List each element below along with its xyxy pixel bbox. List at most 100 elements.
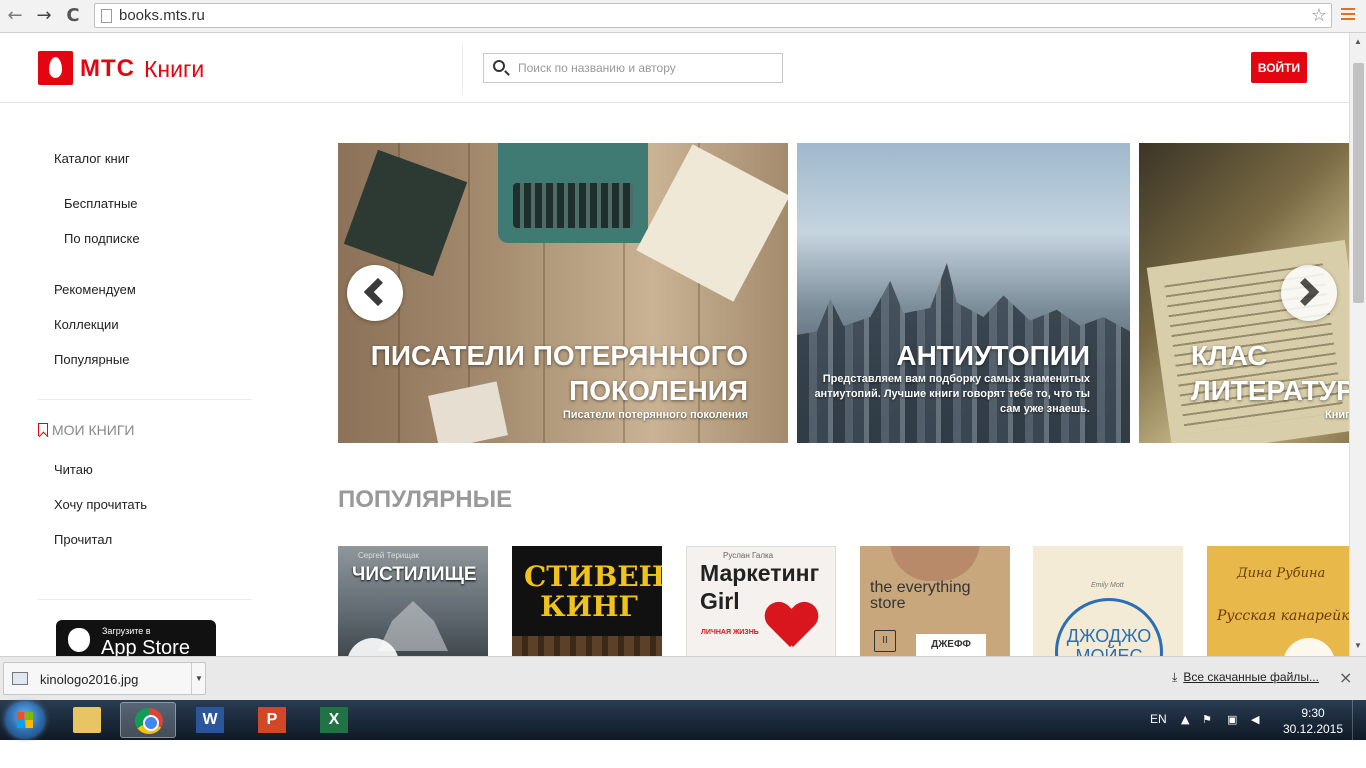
book-image (343, 149, 468, 277)
action-center-icon[interactable]: ⚑ (1202, 713, 1212, 726)
clock-date: 30.12.2015 (1282, 722, 1344, 736)
download-item[interactable]: kinologo2016.jpg ▼ (3, 662, 206, 695)
mts-logo-icon[interactable] (38, 51, 73, 85)
bookmark-icon (38, 423, 48, 436)
image-file-icon (12, 672, 28, 685)
tray-expand-icon[interactable]: ▲ (1181, 713, 1189, 726)
language-indicator[interactable]: EN (1150, 712, 1167, 726)
book-cover[interactable]: Сергей Терищак ЧИСТИЛИЩЕ (338, 546, 488, 656)
sidebar-item-reading[interactable]: Читаю (54, 462, 93, 477)
taskbar-app-explorer[interactable] (59, 702, 115, 738)
book-cover[interactable]: the everything store II ДЖЕФФ (860, 546, 1010, 656)
search-box[interactable] (483, 53, 783, 83)
show-desktop-button[interactable] (1352, 700, 1366, 740)
search-icon[interactable] (493, 60, 505, 72)
slide-subtitle: Представляем вам подборку самых знаменит… (814, 373, 1090, 415)
volume-icon[interactable]: ◀ (1251, 713, 1259, 726)
sidebar-item-free[interactable]: Бесплатные (64, 196, 138, 211)
book-title: ЧИСТИЛИЩЕ (352, 564, 477, 585)
book-title: СТИВЕН КИНГ (524, 560, 662, 623)
slider-next-button[interactable] (1281, 265, 1337, 321)
clock-time: 9:30 (1301, 706, 1325, 720)
sidebar-divider (38, 599, 252, 600)
my-books-heading: МОИ КНИГИ (38, 422, 134, 438)
slide-dystopias[interactable]: АНТИУТОПИИ Представляем вам подборку сам… (797, 143, 1130, 443)
download-icon: ⤓ (1172, 670, 1178, 684)
slide-lost-generation[interactable]: ПИСАТЕЛИ ПОТЕРЯННОГО ПОКОЛЕНИЯ Писатели … (338, 143, 788, 443)
book-cover[interactable]: Руслан Галка Маркетинг Girl ЛИЧНАЯ ЖИЗНЬ (686, 546, 836, 656)
address-bar[interactable]: books.mts.ru ☆ (94, 3, 1332, 28)
slide-title: АНТИУТОПИИ (896, 340, 1090, 371)
book-title: Русская канарейка (1217, 608, 1349, 624)
book-author: Emily Mott (1091, 582, 1124, 589)
page-scrollbar[interactable]: ▲ ▼ (1349, 33, 1366, 656)
logo-mts-text[interactable]: МТС (80, 55, 135, 83)
network-icon[interactable]: ▣ (1227, 713, 1237, 726)
slide-subtitle: Писатели потерянного поколения (562, 409, 748, 421)
chevron-down-icon[interactable]: ▼ (191, 663, 206, 694)
chevron-right-icon (1290, 277, 1320, 307)
app-store-badge[interactable]: Загрузите в App Store (56, 620, 216, 656)
book-cover[interactable]: СТИВЕН КИНГ (512, 546, 662, 656)
slider-prev-button[interactable] (347, 265, 403, 321)
book-extra: ЛИЧНАЯ ЖИЗНЬ (701, 629, 759, 636)
popular-section-title: ПОПУЛЯРНЫЕ (338, 486, 513, 513)
forward-icon[interactable]: → (33, 5, 55, 27)
reload-icon[interactable]: C (62, 5, 84, 27)
chevron-left-icon (363, 277, 393, 307)
sidebar-item-subscription[interactable]: По подписке (64, 231, 140, 246)
heart-icon (765, 603, 815, 653)
start-button[interactable] (5, 701, 45, 739)
excel-icon: X (320, 707, 348, 733)
sidebar-item-read[interactable]: Прочитал (54, 532, 112, 547)
all-downloads-link[interactable]: ⤓ Все скачанные файлы... (1172, 670, 1319, 685)
slide-subtitle: Книг (1325, 409, 1349, 421)
scrollbar-thumb[interactable] (1353, 63, 1364, 303)
appstore-small-text: Загрузите в (102, 626, 151, 636)
page-viewport: МТС Книги ВОЙТИ Каталог книг Бесплатные … (0, 33, 1349, 656)
book-author: the everything store (870, 579, 971, 612)
download-filename[interactable]: kinologo2016.jpg (40, 672, 138, 687)
book-title: ДЖЕФФ (916, 634, 986, 656)
browser-menu-icon[interactable] (1341, 8, 1355, 22)
taskbar-app-powerpoint[interactable]: P (244, 702, 300, 738)
sidebar-item-recommend[interactable]: Рекомендуем (54, 282, 136, 297)
sidebar-item-popular[interactable]: Популярные (54, 352, 129, 367)
logo-books-text[interactable]: Книги (144, 56, 204, 83)
all-downloads-label[interactable]: Все скачанные файлы... (1183, 670, 1319, 684)
windows-logo-icon (17, 712, 33, 728)
powerpoint-icon: P (258, 707, 286, 733)
taskbar-app-word[interactable]: W (182, 702, 238, 738)
browser-toolbar: ← → C books.mts.ru ☆ (0, 0, 1366, 33)
close-icon[interactable]: × (1339, 668, 1352, 687)
slide-title: ПИСАТЕЛИ ПОТЕРЯННОГО ПОКОЛЕНИЯ (370, 340, 748, 406)
scroll-up-icon[interactable]: ▲ (1354, 37, 1362, 46)
back-icon[interactable]: ← (4, 5, 26, 27)
scroll-down-icon[interactable]: ▼ (1354, 641, 1362, 650)
book-title: ДЖОДЖО МОЙЕС (1066, 626, 1152, 656)
url-text[interactable]: books.mts.ru (119, 7, 205, 24)
page-icon (101, 9, 112, 23)
my-books-label: МОИ КНИГИ (52, 422, 135, 438)
search-input[interactable] (518, 59, 768, 77)
system-clock[interactable]: 9:30 30.12.2015 (1278, 705, 1348, 737)
windows-taskbar: W P X EN ▲ ⚑ ▣ ◀ 9:30 30.12.2015 (0, 700, 1366, 740)
taskbar-app-excel[interactable]: X (306, 702, 362, 738)
bookmark-star-icon[interactable]: ☆ (1311, 5, 1327, 26)
book-author: Дина Рубина (1237, 566, 1326, 581)
book-author: Сергей Терищак (358, 551, 419, 560)
downloads-bar: kinologo2016.jpg ▼ ⤓ Все скачанные файлы.… (0, 656, 1366, 700)
chrome-icon (135, 708, 163, 734)
sidebar-item-catalog[interactable]: Каталог книг (54, 151, 130, 166)
taskbar-app-chrome[interactable] (120, 702, 176, 738)
sidebar-divider (38, 399, 252, 400)
book-cover[interactable]: Дина Рубина Русская канарейка (1207, 546, 1349, 656)
header-divider (462, 43, 463, 95)
sidebar-item-want-to-read[interactable]: Хочу прочитать (54, 497, 147, 512)
appstore-big-text: App Store (101, 637, 190, 656)
book-cover[interactable]: Emily Mott ДЖОДЖО МОЙЕС (1033, 546, 1183, 656)
notebook-image (636, 144, 788, 302)
slide-title: КЛАС ЛИТЕРАТУР (1191, 340, 1349, 406)
login-button[interactable]: ВОЙТИ (1251, 52, 1307, 83)
sidebar-item-collections[interactable]: Коллекции (54, 317, 119, 332)
